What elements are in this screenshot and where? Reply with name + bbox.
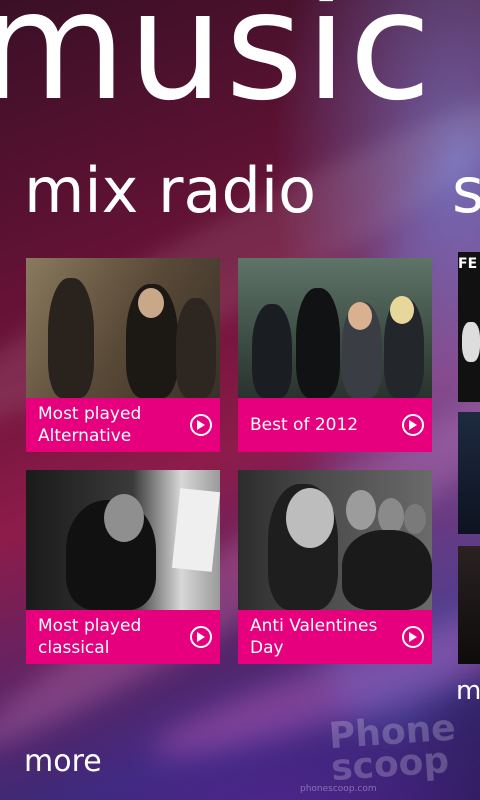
watermark-footer: phonescoop.com (300, 784, 377, 794)
mix-tile-image (26, 258, 220, 398)
mix-tile-label: Best of 2012 (250, 415, 359, 435)
mix-tile-best-of-2012[interactable]: Best of 2012 (238, 258, 432, 452)
mix-tile-banner: Best of 2012 (238, 398, 432, 452)
next-section-album-tile[interactable] (458, 546, 480, 664)
mix-tile-banner: Most played classical (26, 610, 220, 664)
mix-tile-label: Most played Alternative (38, 404, 142, 446)
album-tile-text: FE (458, 256, 478, 272)
mix-tile-classical[interactable]: Most played classical (26, 470, 220, 664)
next-section-more-peek[interactable]: m (456, 676, 480, 706)
mix-tile-anti-valentines[interactable]: Anti Valentines Day (238, 470, 432, 664)
mix-tile-banner: Anti Valentines Day (238, 610, 432, 664)
section-title: mix radio (24, 154, 317, 227)
play-circle-icon[interactable] (190, 626, 212, 648)
next-section-peek[interactable]: s (452, 160, 480, 222)
mix-tile-label: Most played classical (38, 616, 142, 658)
play-circle-icon[interactable] (190, 414, 212, 436)
mix-tile-alternative[interactable]: Most played Alternative (26, 258, 220, 452)
next-section-album-tile[interactable]: FE (458, 252, 480, 402)
play-circle-icon[interactable] (402, 414, 424, 436)
mix-tile-label: Anti Valentines Day (250, 616, 378, 658)
mix-tile-image (238, 470, 432, 610)
mix-tile-image (26, 470, 220, 610)
app-title: music (0, 0, 434, 134)
play-circle-icon[interactable] (402, 626, 424, 648)
watermark-logo: Phone scoop (327, 707, 457, 790)
next-section-album-tile[interactable] (458, 412, 480, 534)
mix-tile-image (238, 258, 432, 398)
more-link[interactable]: more (24, 744, 102, 779)
mix-tile-banner: Most played Alternative (26, 398, 220, 452)
